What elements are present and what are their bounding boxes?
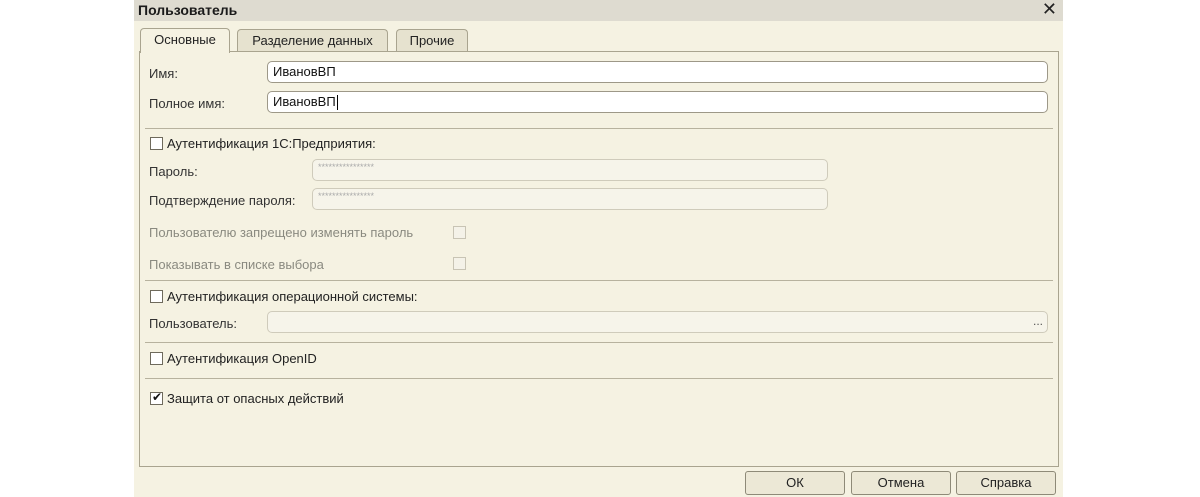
fullname-input[interactable]: ИвановВП <box>267 91 1048 113</box>
password-input[interactable]: **************** <box>312 159 828 181</box>
auth-os-label[interactable]: Аутентификация операционной системы: <box>167 289 418 304</box>
name-label: Имя: <box>149 66 178 81</box>
protect-label[interactable]: Защита от опасных действий <box>167 391 344 406</box>
tab-main[interactable]: Основные <box>140 28 230 53</box>
no-change-password-checkbox[interactable] <box>453 226 466 239</box>
os-user-input[interactable]: ... <box>267 311 1048 333</box>
window-title: Пользователь <box>138 2 238 18</box>
confirm-password-mask: **************** <box>318 191 375 201</box>
separator <box>145 128 1053 129</box>
auth-os-checkbox[interactable] <box>150 290 163 303</box>
confirm-password-input[interactable]: **************** <box>312 188 828 210</box>
name-value: ИвановВП <box>273 64 336 79</box>
auth-1c-checkbox[interactable] <box>150 137 163 150</box>
tab-other[interactable]: Прочие <box>396 29 468 52</box>
fullname-value: ИвановВП <box>273 94 336 109</box>
fullname-label: Полное имя: <box>149 96 225 111</box>
auth-1c-label[interactable]: Аутентификация 1С:Предприятия: <box>167 136 376 151</box>
tab-data-separation[interactable]: Разделение данных <box>237 29 388 52</box>
separator <box>145 280 1053 281</box>
password-label: Пароль: <box>149 164 198 179</box>
user-dialog: Пользователь ✕ Основные Разделение данны… <box>134 0 1063 497</box>
cancel-button[interactable]: Отмена <box>851 471 951 495</box>
password-mask: **************** <box>318 162 375 172</box>
auth-openid-checkbox[interactable] <box>150 352 163 365</box>
name-input[interactable]: ИвановВП <box>267 61 1048 83</box>
help-button[interactable]: Справка <box>956 471 1056 495</box>
select-button[interactable]: ... <box>1033 314 1043 328</box>
tab-panel-main: Имя: ИвановВП Полное имя: ИвановВП Аутен… <box>139 51 1059 467</box>
checkmark-icon: ✔ <box>152 390 163 404</box>
close-icon[interactable]: ✕ <box>1042 0 1057 20</box>
os-user-label: Пользователь: <box>149 316 237 331</box>
separator <box>145 378 1053 379</box>
separator <box>145 342 1053 343</box>
no-change-password-label: Пользователю запрещено изменять пароль <box>149 225 414 240</box>
auth-openid-label[interactable]: Аутентификация OpenID <box>167 351 317 366</box>
ok-button[interactable]: ОК <box>745 471 845 495</box>
show-in-list-checkbox[interactable] <box>453 257 466 270</box>
show-in-list-label: Показывать в списке выбора <box>149 257 324 272</box>
title-bar: Пользователь ✕ <box>134 0 1063 21</box>
confirm-password-label: Подтверждение пароля: <box>149 193 296 208</box>
protect-checkbox[interactable]: ✔ <box>150 390 163 405</box>
text-cursor <box>336 95 338 111</box>
